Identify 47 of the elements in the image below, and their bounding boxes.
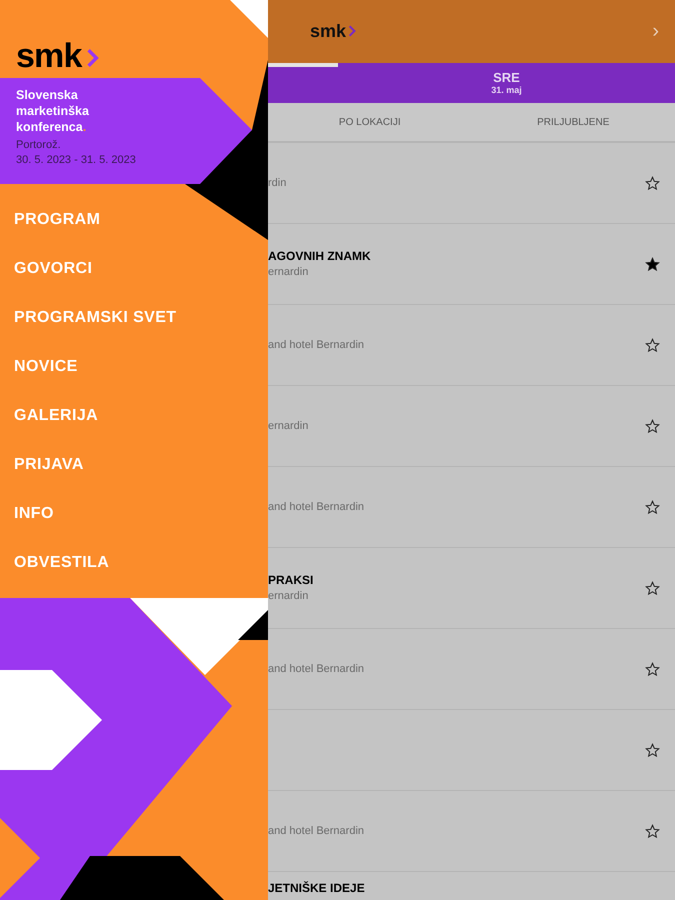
session-row[interactable]: AGOVNIH ZNAMK ernardin — [268, 224, 675, 305]
session-row[interactable]: PRAKSI ernardin — [268, 548, 675, 629]
session-row[interactable]: and hotel Bernardin — [268, 467, 675, 548]
star-icon[interactable] — [645, 580, 660, 596]
logo-text: smk — [16, 38, 82, 72]
tab-indicator — [268, 62, 338, 67]
filter-tab[interactable]: PO LOKACIJI — [338, 114, 401, 130]
session-row[interactable]: rdin — [268, 143, 675, 224]
session-location: and hotel Bernardin — [268, 824, 364, 839]
menu-item[interactable]: INFO — [14, 489, 54, 538]
event-title: Slovenska marketinška konferenca. — [16, 87, 90, 135]
star-icon[interactable] — [645, 418, 660, 434]
day-tab[interactable]: SRE 31. maj — [268, 62, 675, 104]
session-row[interactable]: and hotel Bernardin — [268, 791, 675, 872]
menu-item[interactable]: GALERIJA — [14, 391, 98, 440]
logo-text: smk — [310, 22, 346, 40]
filter-tab[interactable]: PRILJUBLJENE — [537, 114, 610, 130]
session-title: AGOVNIH ZNAMK — [268, 248, 371, 264]
session-row[interactable]: and hotel Bernardin — [268, 629, 675, 710]
star-icon[interactable] — [645, 176, 660, 190]
star-icon[interactable] — [645, 662, 660, 676]
menu-item[interactable]: OBVESTILA — [14, 538, 110, 587]
session-location: ernardin — [268, 589, 310, 604]
menu-item[interactable]: PROGRAM — [14, 195, 100, 244]
session-location: and hotel Bernardin — [268, 500, 364, 515]
session-title: PRAKSI — [268, 572, 314, 588]
menu-item[interactable]: NOVICE — [14, 342, 78, 391]
session-title: JETNIŠKE IDEJE — [268, 881, 365, 895]
chevron-icon — [348, 24, 356, 38]
session-row[interactable]: and hotel Bernardin — [268, 305, 675, 386]
session-location: and hotel Bernardin — [268, 662, 364, 677]
star-icon[interactable] — [645, 500, 660, 514]
menu-item[interactable]: GOVORCI — [14, 244, 92, 293]
next-button[interactable]: › — [652, 21, 659, 42]
session-row[interactable]: ernardin — [268, 386, 675, 467]
session-location: and hotel Bernardin — [268, 338, 364, 353]
star-icon[interactable] — [645, 338, 660, 352]
star-icon[interactable] — [645, 742, 660, 758]
session-location: ernardin — [268, 265, 310, 280]
event-dates: 30. 5. 2023 - 31. 5. 2023 — [16, 153, 137, 168]
event-place: Portorož. — [16, 138, 62, 153]
filled-star-icon[interactable] — [645, 256, 660, 272]
star-icon[interactable] — [645, 824, 660, 838]
menu-item[interactable]: PRIJAVA — [14, 440, 84, 489]
session-location: ernardin — [268, 419, 308, 434]
menu-item[interactable]: PROGRAMSKI SVET — [14, 293, 176, 342]
session-location: rdin — [268, 176, 286, 191]
